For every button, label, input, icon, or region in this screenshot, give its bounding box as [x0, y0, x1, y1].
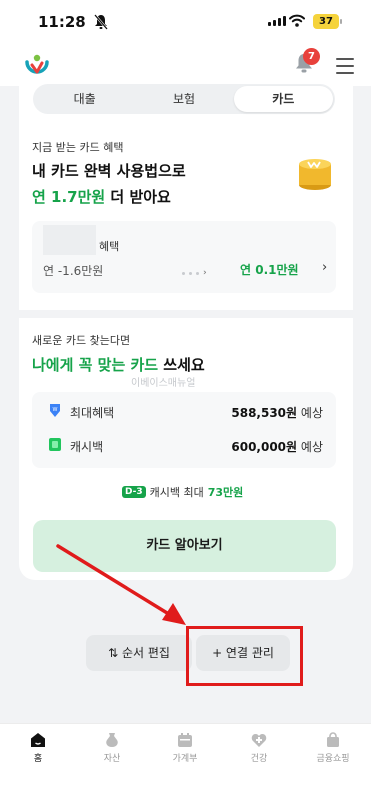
reorder-button[interactable]: ⇅ 순서 편집	[86, 635, 192, 671]
hamburger-menu-icon[interactable]	[336, 58, 354, 79]
asset-icon	[106, 733, 118, 747]
tab-health-label: 건강	[250, 754, 268, 764]
new-card-subtitle: 새로운 카드 찾는다면	[32, 334, 131, 347]
d-day-badge: D-3	[122, 486, 146, 498]
promo-amount: 73만원	[207, 486, 244, 499]
svg-text:W: W	[53, 407, 58, 413]
new-card-title: 나에게 꼭 맞는 카드 쓰세요	[32, 354, 205, 375]
shopping-bag-icon	[327, 732, 339, 747]
tab-household-ledger-label: 가계부	[172, 754, 198, 764]
cashback-amount: 600,000원	[231, 440, 298, 454]
coin-stack-icon	[299, 159, 331, 190]
chevron-right-icon: ›	[322, 260, 328, 275]
notification-count-badge: 7	[303, 48, 320, 65]
current-benefit-title: 내 카드 완벽 사용법으로	[32, 162, 186, 180]
current-benefit-subtitle: 지금 받는 카드 혜택	[32, 141, 124, 154]
cashback-value: 600,000원 예상	[231, 438, 323, 455]
current-benefit-value: 연 -1.6만원	[43, 264, 104, 278]
new-card-title-rest: 쓰세요	[158, 356, 205, 374]
tab-loan[interactable]: 대출	[35, 86, 134, 112]
benefit-label: 혜택	[99, 240, 120, 253]
tab-card[interactable]: 카드	[233, 86, 333, 112]
section-divider	[19, 310, 353, 318]
signal-icon	[268, 16, 286, 26]
cashback-label: 캐시백	[70, 440, 104, 454]
tab-financial-shopping-label: 금융쇼핑	[316, 754, 350, 764]
bell-off-icon	[94, 14, 108, 30]
health-icon	[251, 734, 267, 747]
calendar-icon	[178, 733, 192, 747]
promo-text: 캐시백 최대	[149, 486, 204, 499]
download-arrow-icon: W	[50, 404, 60, 417]
reorder-button-label: 순서 편집	[121, 646, 170, 660]
max-benefit-suffix: 예상	[300, 406, 323, 420]
max-benefit-amount: 588,530원	[231, 406, 298, 420]
max-benefit-value: 588,530원 예상	[231, 404, 323, 421]
status-time: 11:28	[38, 13, 86, 31]
target-benefit-value: 연 0.1만원	[240, 263, 299, 277]
highlight-box	[186, 626, 303, 686]
benefit-title-rest: 더 받아요	[105, 188, 171, 206]
sort-arrows-icon: ⇅	[108, 646, 119, 660]
progress-dots-icon: ›	[182, 268, 207, 278]
current-benefit-title-line2: 연 1.7만원 더 받아요	[32, 186, 171, 207]
battery-tip	[340, 19, 342, 24]
explore-cards-button[interactable]: 카드 알아보기	[33, 520, 336, 572]
new-card-title-highlight: 나에게 꼭 맞는 카드	[32, 356, 159, 374]
battery-indicator: 37	[313, 14, 339, 29]
tab-home-label: 홈	[33, 754, 43, 764]
tab-assets[interactable]: 자산	[82, 732, 142, 764]
tab-home[interactable]: 홈	[8, 732, 68, 764]
blurred-card-name	[43, 225, 96, 255]
new-card-benefit-list: W 최대혜택 588,530원 예상 캐시백 600,000원 예상	[32, 392, 336, 468]
cashback-card-icon	[49, 438, 61, 451]
cashback-suffix: 예상	[300, 440, 323, 454]
benefit-comparison-box[interactable]: 혜택 연 -1.6만원 › 연 0.1만원 ›	[32, 221, 336, 293]
tab-insurance[interactable]: 보험	[134, 86, 233, 112]
cashback-promo: D-3 캐시백 최대 73만원	[122, 484, 243, 500]
watermark-text: 이베이스매뉴얼	[131, 378, 196, 389]
status-bar: 11:28 37	[0, 0, 371, 46]
wifi-icon	[289, 14, 305, 27]
bottom-tab-bar: 홈 자산 가계부 건강 금융쇼핑	[0, 723, 371, 800]
home-icon	[31, 733, 45, 747]
finance-card: 대출 보험 카드 지금 받는 카드 혜택 내 카드 완벽 사용법으로 연 1.7…	[19, 80, 353, 580]
tab-assets-label: 자산	[103, 754, 121, 764]
max-benefit-label: 최대혜택	[70, 406, 115, 420]
tab-household-ledger[interactable]: 가계부	[155, 732, 215, 764]
app-logo-icon[interactable]	[24, 52, 50, 78]
tab-financial-shopping[interactable]: 금융쇼핑	[303, 732, 363, 764]
tab-health[interactable]: 건강	[229, 732, 289, 764]
benefit-highlight-amount: 연 1.7만원	[32, 188, 106, 206]
category-segmented-control: 대출 보험 카드	[33, 84, 335, 114]
